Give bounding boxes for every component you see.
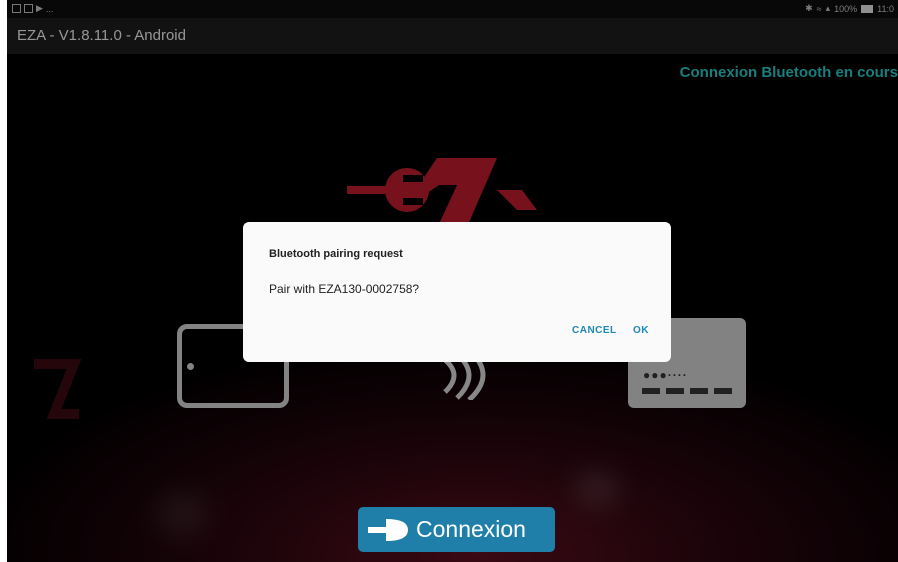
bluetooth-pairing-dialog: Bluetooth pairing request Pair with EZA1… bbox=[243, 222, 671, 362]
plug-icon bbox=[368, 519, 408, 541]
cancel-button[interactable]: CANCEL bbox=[572, 325, 617, 336]
dialog-message: Pair with EZA130-0002758? bbox=[269, 282, 420, 296]
connexion-button[interactable]: Connexion bbox=[358, 507, 555, 552]
dialog-title: Bluetooth pairing request bbox=[269, 248, 403, 260]
app-screen: ▶ ... ✱ ≈ ▴ 100% 11:0 EZA - V1.8.11.0 - … bbox=[7, 0, 898, 562]
ok-button[interactable]: OK bbox=[633, 325, 649, 336]
connexion-label: Connexion bbox=[416, 516, 526, 542]
